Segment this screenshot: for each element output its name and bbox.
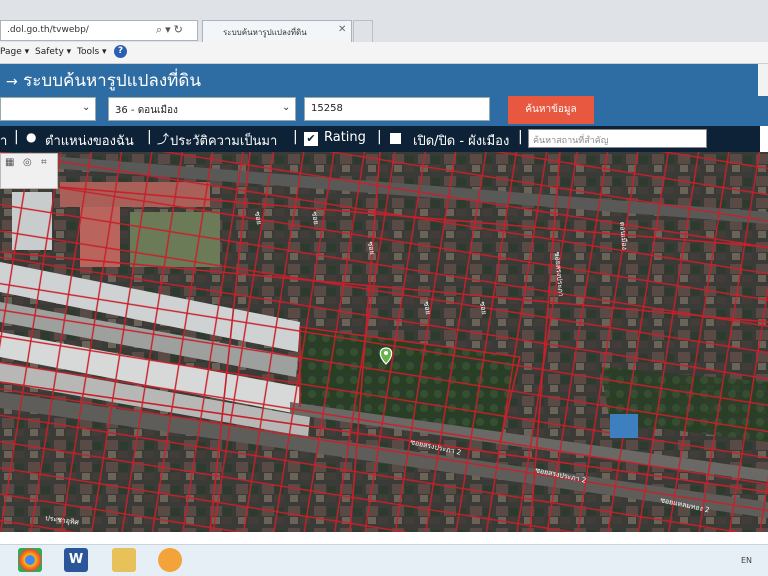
- divider: |: [518, 129, 523, 145]
- parcel-number-input[interactable]: 15258: [304, 97, 490, 121]
- folder-icon[interactable]: [112, 548, 136, 572]
- rating-checkbox[interactable]: ✔: [304, 132, 318, 146]
- my-location-button[interactable]: ตำแหน่งของฉัน: [45, 130, 134, 151]
- page-title: → ระบบค้นหารูปแปลงที่ดิน: [6, 71, 201, 91]
- landmark-search-input[interactable]: ค้นหาสถานที่สำคัญ: [528, 129, 707, 148]
- media-player-icon[interactable]: [158, 548, 182, 572]
- map-controls: ▦ ◎ ⌗: [0, 153, 58, 189]
- header-edge: [758, 64, 768, 96]
- tab-close-icon[interactable]: ✕: [338, 24, 346, 35]
- menu-page[interactable]: Page ▾: [0, 47, 29, 57]
- menu-safety[interactable]: Safety ▾: [35, 47, 71, 57]
- layers-icon[interactable]: ▦: [5, 157, 14, 168]
- divider: |: [147, 129, 152, 145]
- menu-tools[interactable]: Tools ▾: [77, 47, 107, 57]
- divider: |: [14, 129, 19, 145]
- chevron-down-icon: ⌄: [282, 102, 291, 113]
- chevron-down-icon: ⌄: [82, 102, 91, 113]
- language-indicator[interactable]: EN: [741, 556, 752, 565]
- history-icon: ⤴: [157, 132, 170, 146]
- district-select[interactable]: 36 - ดอนเมือง: [108, 97, 296, 121]
- rating-label[interactable]: Rating: [324, 130, 366, 145]
- tool-home[interactable]: า: [0, 130, 7, 151]
- divider: |: [293, 129, 298, 145]
- word-icon[interactable]: W: [64, 548, 88, 572]
- help-icon[interactable]: ?: [114, 45, 127, 58]
- toolbar-edge: [760, 126, 768, 152]
- measure-icon[interactable]: ⌗: [41, 157, 47, 168]
- pool-area: [610, 414, 638, 438]
- divider: |: [377, 129, 382, 145]
- satellite-map[interactable]: ซอย ซอย ซอย ซอย ซอย ซอยสรงประภา ดอนเมือง…: [0, 152, 768, 532]
- cityplan-checkbox[interactable]: [390, 133, 401, 144]
- browser-tab[interactable]: ระบบค้นหารูปแปลงที่ดิน: [202, 20, 352, 42]
- target-icon[interactable]: ◎: [23, 157, 32, 168]
- new-tab-button[interactable]: [353, 20, 373, 42]
- cityplan-toggle-label[interactable]: เปิด/ปิด - ผังเมือง: [413, 130, 509, 151]
- map-canvas[interactable]: ซอย ซอย ซอย ซอย ซอย ซอยสรงประภา ดอนเมือง…: [0, 152, 768, 532]
- globe-icon: ●: [26, 130, 37, 144]
- address-bar-icons[interactable]: ⌕▾↻: [156, 23, 186, 37]
- history-button[interactable]: ประวัติความเป็นมา: [170, 130, 277, 151]
- chrome-icon[interactable]: [18, 548, 42, 572]
- search-button[interactable]: ค้นหาข้อมูล: [508, 96, 594, 124]
